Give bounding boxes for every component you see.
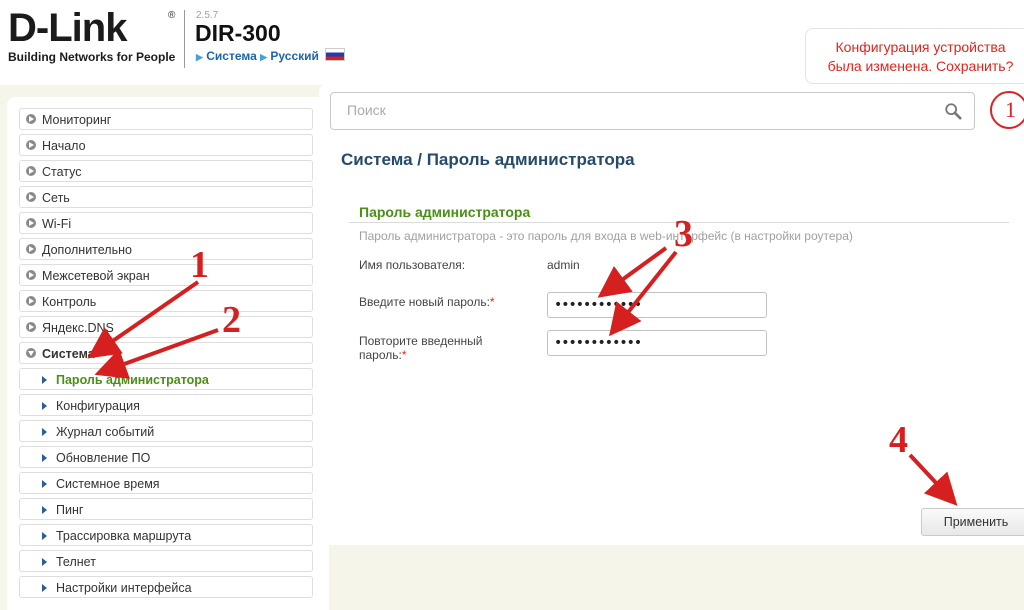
expand-bullet-icon bbox=[26, 166, 36, 176]
sidebar-item-start[interactable]: Начало bbox=[19, 134, 313, 156]
search-icon[interactable] bbox=[944, 102, 962, 120]
chevron-right-icon bbox=[42, 506, 47, 514]
sidebar-item-label: Wi-Fi bbox=[42, 217, 72, 231]
required-mark: * bbox=[401, 348, 407, 362]
repeat-password-label-line-2: пароль: bbox=[359, 348, 402, 362]
sidebar-item-wifi[interactable]: Wi-Fi bbox=[19, 212, 313, 234]
username-label: Имя пользователя: bbox=[359, 258, 466, 272]
expand-bullet-icon bbox=[26, 192, 36, 202]
sidebar-item-label: Контроль bbox=[42, 295, 97, 309]
submenu-item-traceroute[interactable]: Трассировка маршрута bbox=[19, 524, 313, 546]
sidebar-item-label: Статус bbox=[42, 165, 82, 179]
header-divider bbox=[184, 10, 185, 68]
sidebar-item-label: Система bbox=[42, 347, 95, 361]
annotation-number-2: 2 bbox=[222, 299, 241, 341]
sidebar-item-control[interactable]: Контроль bbox=[19, 290, 313, 312]
sidebar-item-label: Сеть bbox=[42, 191, 70, 205]
chevron-right-icon bbox=[42, 454, 47, 462]
section-title: Пароль администратора bbox=[359, 204, 531, 220]
sidebar-item-label: Мониторинг bbox=[42, 113, 112, 127]
collapse-bullet-icon bbox=[26, 348, 36, 358]
expand-bullet-icon bbox=[26, 270, 36, 280]
submenu-item-label: Журнал событий bbox=[56, 425, 155, 439]
submenu-item-event-log[interactable]: Журнал событий bbox=[19, 420, 313, 442]
sidebar-item-network[interactable]: Сеть bbox=[19, 186, 313, 208]
sidebar-item-status[interactable]: Статус bbox=[19, 160, 313, 182]
required-mark: * bbox=[489, 295, 495, 309]
circled-one-badge[interactable]: 1 bbox=[990, 91, 1024, 129]
page-title: Система / Пароль администратора bbox=[341, 150, 635, 169]
submenu-item-firmware-update[interactable]: Обновление ПО bbox=[19, 446, 313, 468]
annotation-number-1: 1 bbox=[190, 244, 209, 286]
username-value: admin bbox=[547, 258, 580, 272]
submenu-item-interface-settings[interactable]: Настройки интерфейса bbox=[19, 576, 313, 598]
sidebar-item-label: Яндекс.DNS bbox=[42, 321, 114, 335]
chevron-right-icon bbox=[42, 376, 47, 384]
russian-flag-icon[interactable] bbox=[325, 48, 346, 61]
chevron-right-icon bbox=[42, 532, 47, 540]
annotation-number-3: 3 bbox=[674, 213, 693, 255]
expand-bullet-icon bbox=[26, 218, 36, 228]
chevron-right-icon bbox=[42, 558, 47, 566]
expand-bullet-icon bbox=[26, 140, 36, 150]
repeat-password-label-line-1: Повторите введенный bbox=[359, 334, 483, 348]
notice-line-1: Конфигурация устройства bbox=[835, 39, 1006, 55]
submenu-item-label: Обновление ПО bbox=[56, 451, 151, 465]
submenu-item-label: Пароль администратора bbox=[56, 373, 209, 387]
submenu-item-admin-password[interactable]: Пароль администратора bbox=[19, 368, 313, 390]
submenu-item-configuration[interactable]: Конфигурация bbox=[19, 394, 313, 416]
sidebar-item-label: Дополнительно bbox=[42, 243, 132, 257]
sidebar-item-firewall[interactable]: Межсетевой экран bbox=[19, 264, 313, 286]
logo-registered-mark: ® bbox=[168, 10, 176, 21]
main-panel: Система / Пароль администратора Пароль а… bbox=[319, 84, 1024, 545]
breadcrumb-arrow-icon: ▶ bbox=[196, 52, 203, 62]
submenu-item-label: Пинг bbox=[56, 503, 84, 517]
sidebar-item-system[interactable]: Система bbox=[19, 342, 313, 364]
submenu-item-telnet[interactable]: Телнет bbox=[19, 550, 313, 572]
sidebar-item-yandex-dns[interactable]: Яндекс.DNS bbox=[19, 316, 313, 338]
new-password-field[interactable] bbox=[547, 292, 767, 318]
logo-tagline: Building Networks for People bbox=[8, 50, 176, 64]
apply-button[interactable]: Применить bbox=[921, 508, 1024, 536]
chevron-right-icon bbox=[42, 584, 47, 592]
chevron-right-icon bbox=[42, 480, 47, 488]
expand-bullet-icon bbox=[26, 322, 36, 332]
breadcrumb-arrow-icon: ▶ bbox=[260, 52, 268, 62]
section-description: Пароль администратора - это пароль для в… bbox=[359, 229, 853, 243]
header-breadcrumb: ▶ Система ▶ Русский bbox=[196, 48, 346, 63]
dlink-logo[interactable]: D-Link ® Building Networks for People bbox=[8, 8, 175, 64]
search-input[interactable] bbox=[345, 101, 929, 119]
logo-text: D-Link bbox=[8, 6, 127, 50]
repeat-password-label: Повторите введенный пароль:* bbox=[359, 334, 482, 362]
submenu-item-label: Конфигурация bbox=[56, 399, 140, 413]
notice-line-2: была изменена. Сохранить? bbox=[827, 58, 1014, 74]
annotation-number-4: 4 bbox=[889, 419, 908, 461]
search-box bbox=[330, 92, 975, 130]
expand-bullet-icon bbox=[26, 296, 36, 306]
chevron-right-icon bbox=[42, 428, 47, 436]
repeat-password-field[interactable] bbox=[547, 330, 767, 356]
submenu-item-label: Системное время bbox=[56, 477, 160, 491]
sidebar-item-monitoring[interactable]: Мониторинг bbox=[19, 108, 313, 130]
language-selector[interactable]: Русский bbox=[270, 49, 319, 63]
sidebar-item-advanced[interactable]: Дополнительно bbox=[19, 238, 313, 260]
device-model: DIR-300 bbox=[195, 20, 281, 46]
save-config-notice[interactable]: Конфигурация устройства была изменена. С… bbox=[805, 28, 1024, 84]
submenu-item-system-time[interactable]: Системное время bbox=[19, 472, 313, 494]
sidebar-menu: Мониторинг Начало Статус Сеть Wi-Fi Допо… bbox=[7, 97, 329, 610]
expand-bullet-icon bbox=[26, 244, 36, 254]
chevron-right-icon bbox=[42, 402, 47, 410]
new-password-label-text: Введите новый пароль: bbox=[359, 295, 490, 309]
sidebar-item-label: Межсетевой экран bbox=[42, 269, 150, 283]
new-password-label: Введите новый пароль:* bbox=[359, 295, 495, 309]
submenu-item-label: Телнет bbox=[56, 555, 96, 569]
submenu-item-label: Трассировка маршрута bbox=[56, 529, 192, 543]
submenu-item-ping[interactable]: Пинг bbox=[19, 498, 313, 520]
expand-bullet-icon bbox=[26, 114, 36, 124]
breadcrumb-system-link[interactable]: Система bbox=[206, 49, 257, 63]
submenu-item-label: Настройки интерфейса bbox=[56, 581, 192, 595]
sidebar-item-label: Начало bbox=[42, 139, 86, 153]
